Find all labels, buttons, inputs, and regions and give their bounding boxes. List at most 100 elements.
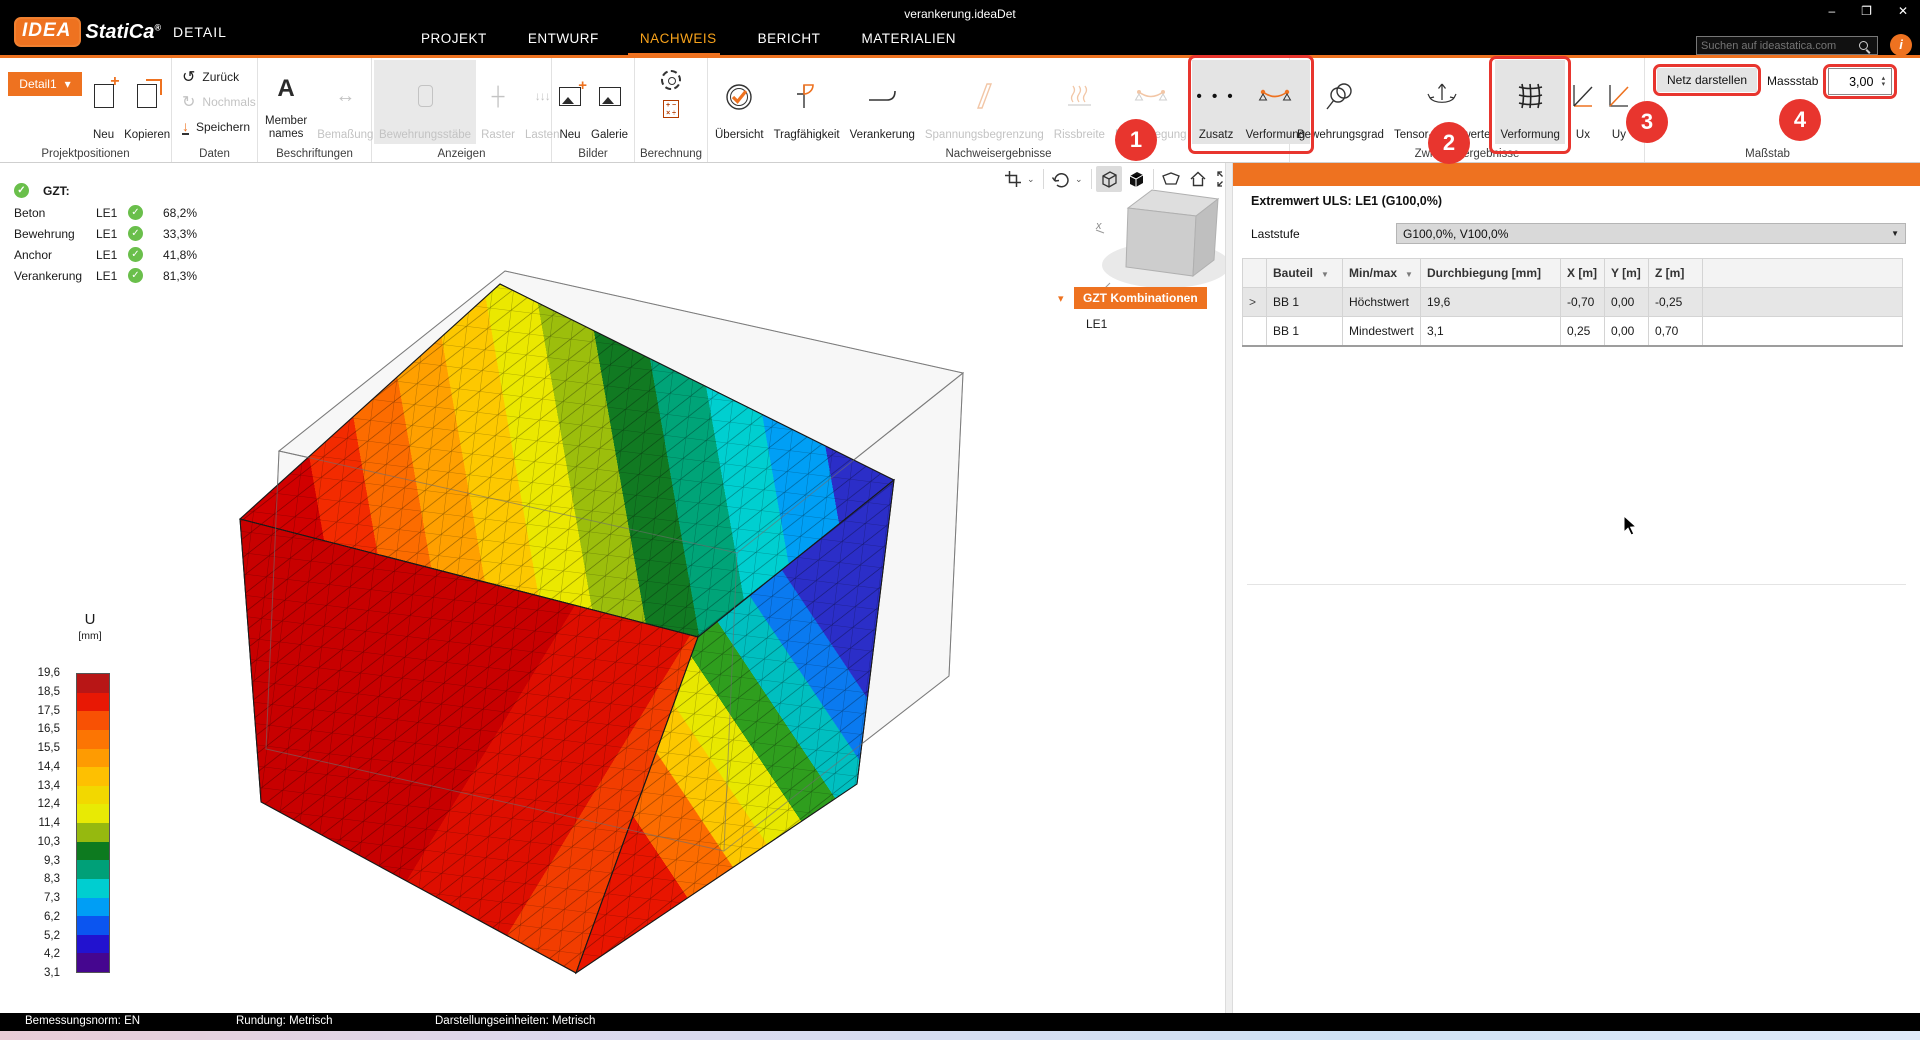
group-anzeigen: Bewehrungsstäbe ┼ Raster ↓↓↓ Lasten Anze…: [372, 58, 552, 162]
group-daten: ↺ Zurück ↻ Nochmals ↓ Speichern Daten: [172, 58, 258, 162]
home-view-icon[interactable]: [1185, 166, 1211, 192]
panel-divider: [1247, 584, 1906, 585]
netz-darstellen-toggle[interactable]: Netz darstellen: [1657, 68, 1757, 92]
mesh-grid-icon: [1515, 63, 1545, 129]
raster-toggle[interactable]: ┼ Raster: [476, 60, 520, 144]
bemassung-button[interactable]: ↔ Bemaßung: [312, 60, 378, 144]
gallery-button[interactable]: Galerie: [586, 60, 633, 144]
save-button[interactable]: ↓ Speichern: [182, 116, 257, 138]
loadstep-dropdown[interactable]: G100,0%, V100,0% ▼: [1396, 223, 1906, 244]
extras-dots-icon: • • •: [1197, 88, 1236, 105]
member-names-button[interactable]: A Member names: [260, 60, 312, 144]
check-icon: ✓: [128, 226, 143, 241]
filter-icon[interactable]: ▼: [1321, 270, 1329, 279]
capacity-flag-icon: [794, 63, 820, 129]
spannungsbegrenzung-button[interactable]: Spannungsbegrenzung: [920, 60, 1049, 144]
group-bilder: Neu Galerie Bilder: [552, 58, 635, 162]
tab-materialien[interactable]: MATERIALIEN: [861, 31, 956, 46]
new-image-button[interactable]: Neu: [554, 60, 586, 144]
info-icon[interactable]: i: [1890, 34, 1912, 56]
tab-bericht[interactable]: BERICHT: [758, 31, 821, 46]
check-icon: ✓: [128, 205, 143, 220]
filter-icon[interactable]: ▼: [1405, 270, 1413, 279]
navigation-cube[interactable]: y x: [1095, 190, 1225, 301]
scale-value[interactable]: 3,00: [1829, 75, 1877, 89]
verankerung-button[interactable]: Verankerung: [845, 60, 920, 144]
rebar-icon: [418, 85, 433, 107]
dropdown-arrow-icon: ▼: [1891, 229, 1899, 238]
rissbreite-button[interactable]: Rissbreite: [1049, 60, 1110, 144]
scale-spinner[interactable]: 3,00 ▴▾: [1828, 68, 1892, 95]
summary-row-bewehrung: BewehrungLE1 ✓ 33,3%: [14, 223, 197, 244]
wireframe-view-icon[interactable]: [1096, 166, 1122, 192]
loads-icon: ↓↓↓: [535, 89, 550, 103]
search-icon[interactable]: [1859, 41, 1868, 50]
row-selector-icon: >: [1243, 288, 1267, 317]
ux-plot-icon: [1570, 63, 1596, 129]
section-view-icon[interactable]: [1158, 166, 1184, 192]
app-logo: IDEA StatiCa® DETAIL: [14, 17, 227, 47]
tensor-axes-icon: [1424, 63, 1460, 129]
search-box[interactable]: [1696, 36, 1878, 55]
loadstep-label: Laststufe: [1251, 227, 1300, 241]
tree-item-gzt-kombinationen[interactable]: GZT Kombinationen: [1074, 287, 1207, 309]
crop-tool-icon[interactable]: [1000, 166, 1026, 192]
minimize-button[interactable]: –: [1828, 4, 1835, 18]
check-icon: ✓: [14, 183, 29, 198]
search-input[interactable]: [1701, 40, 1859, 52]
tree-chevron-icon[interactable]: ▾: [1058, 292, 1064, 305]
table-row[interactable]: BB 1 Mindestwert 3,1 0,25 0,00 0,70: [1243, 317, 1903, 346]
tab-entwurf[interactable]: ENTWURF: [528, 31, 599, 46]
new-image-icon: [559, 87, 581, 106]
undo-icon: ↺: [182, 67, 195, 87]
redo-button[interactable]: ↻ Nochmals: [182, 91, 257, 113]
uebersicht-button[interactable]: Übersicht: [710, 60, 769, 144]
table-row[interactable]: > BB 1 Höchstwert 19,6 -0,70 0,00 -0,25: [1243, 288, 1903, 317]
crack-width-icon: [1064, 63, 1094, 129]
settings-gear-icon[interactable]: [661, 70, 681, 90]
model-viewport[interactable]: y x ✓ GZT: BetonLE1 ✓ 68,2% BewehrungLE1…: [0, 163, 1225, 1013]
legend-ticks: 19,618,5 17,516,5 15,514,4 13,412,4 11,4…: [8, 667, 66, 979]
window-title: verankerung.ideaDet: [0, 7, 1920, 21]
app-name: DETAIL: [173, 24, 227, 40]
app-header: verankerung.ideaDet – ❐ ✕ IDEA StatiCa® …: [0, 0, 1920, 58]
anchorage-hook-icon: [866, 63, 898, 129]
fullscreen-icon[interactable]: [1212, 166, 1225, 192]
tree-item-le1[interactable]: LE1: [1086, 317, 1107, 331]
tab-nachweis[interactable]: NACHWEIS: [640, 31, 717, 46]
gzt-title: GZT:: [43, 184, 70, 198]
scale-spinner-annotated: 3,00 ▴▾: [1828, 68, 1892, 95]
check-icon: ✓: [128, 247, 143, 262]
status-design-code: Bemessungsnorm: EN: [25, 1015, 140, 1027]
gzt-summary: ✓ GZT: BetonLE1 ✓ 68,2% BewehrungLE1 ✓ 3…: [14, 183, 197, 286]
new-position-button[interactable]: Neu: [88, 60, 119, 144]
zusatz-toggle[interactable]: • • • Zusatz: [1192, 60, 1241, 144]
tragfaehigkeit-button[interactable]: Tragfähigkeit: [769, 60, 845, 144]
deformation-curve-icon: [1258, 63, 1292, 129]
new-document-icon: [94, 84, 114, 108]
status-rounding: Rundung: Metrisch: [236, 1015, 333, 1027]
verformung-mesh-toggle[interactable]: Verformung: [1495, 60, 1564, 144]
panel-splitter[interactable]: [1225, 163, 1233, 1013]
bewehrungsstaebe-toggle[interactable]: Bewehrungsstäbe: [374, 60, 476, 144]
crop-dropdown-icon[interactable]: ⌄: [1027, 174, 1039, 185]
legend-color-bar: [76, 673, 110, 973]
redo-icon: ↻: [182, 92, 195, 112]
spinner-down-icon[interactable]: ▾: [1882, 82, 1886, 88]
reinforcement-ratio-icon: [1324, 63, 1356, 129]
detail1-dropdown[interactable]: Detail1▾: [8, 72, 82, 96]
rotate-tool-icon[interactable]: [1048, 166, 1074, 192]
results-panel: Extremwert ULS: LE1 (G100,0%) Laststufe …: [1233, 163, 1920, 1013]
solid-view-icon[interactable]: [1123, 166, 1149, 192]
ux-button[interactable]: Ux: [1565, 60, 1601, 144]
calculator-icon[interactable]: + −× ÷: [663, 100, 679, 118]
grid-icon: ┼: [492, 86, 505, 107]
maximize-button[interactable]: ❐: [1861, 4, 1872, 18]
rotate-dropdown-icon[interactable]: ⌄: [1075, 174, 1087, 185]
close-button[interactable]: ✕: [1898, 4, 1908, 18]
copy-position-button[interactable]: Kopieren: [119, 60, 175, 144]
annotation-badge-1: 1: [1115, 119, 1157, 161]
bewehrungsgrad-button[interactable]: Bewehrungsgrad: [1292, 60, 1389, 144]
tab-projekt[interactable]: PROJEKT: [421, 31, 487, 46]
undo-button[interactable]: ↺ Zurück: [182, 66, 257, 88]
